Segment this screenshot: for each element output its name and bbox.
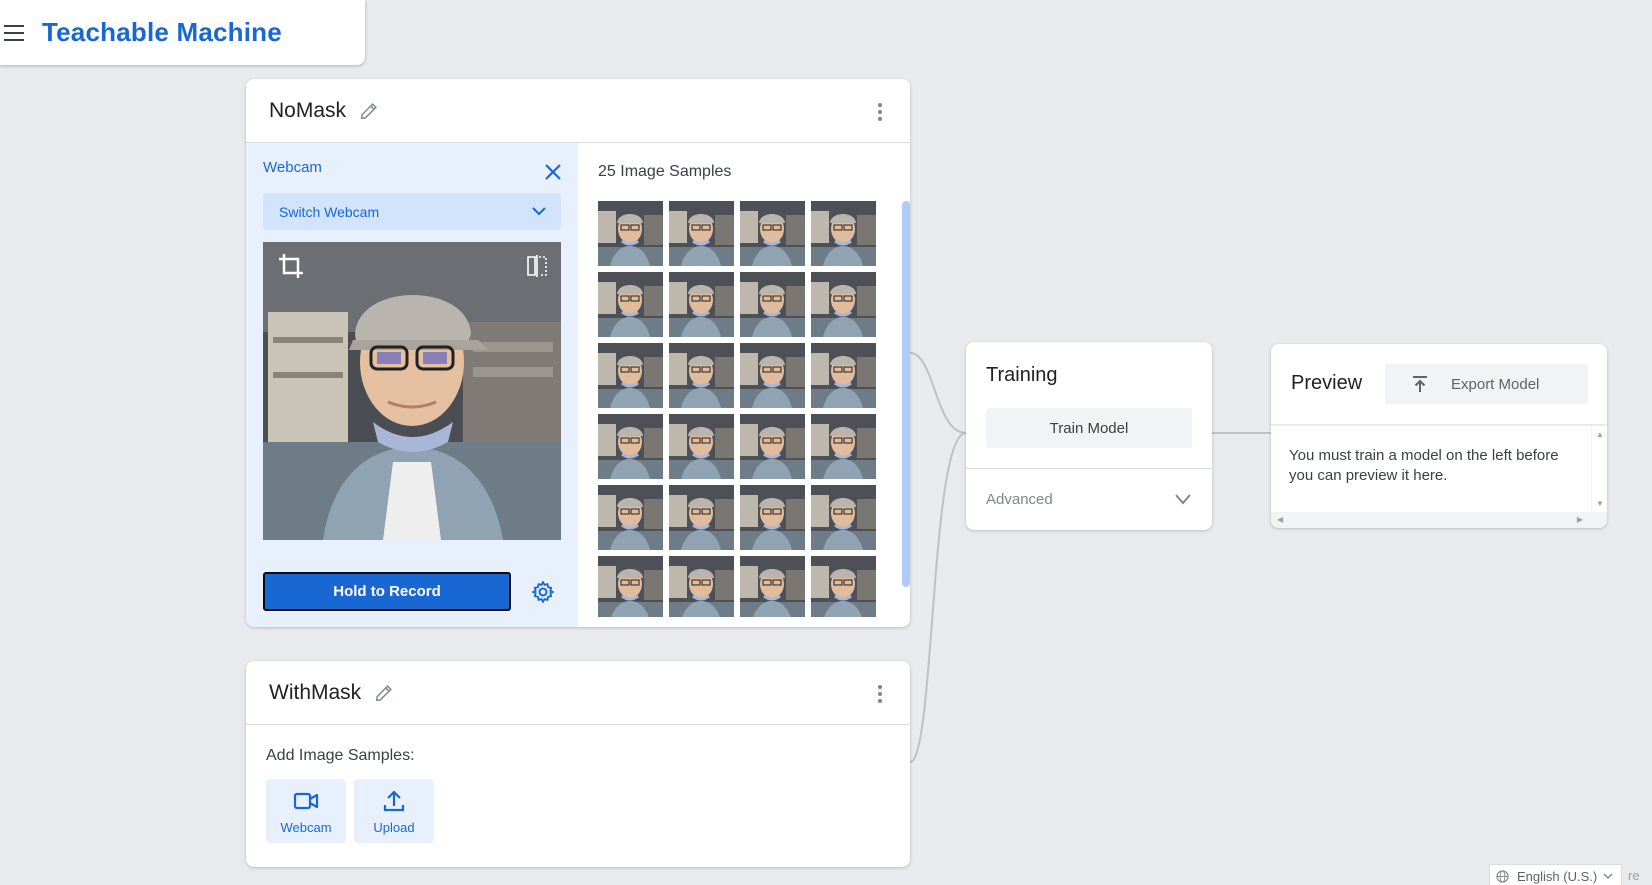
preview-vertical-scrollbar[interactable]: ▲ ▼ bbox=[1591, 426, 1607, 512]
webcam-video bbox=[263, 242, 561, 540]
class-card-nomask: NoMask Webcam Switch Webcam Hold to Reco… bbox=[246, 79, 910, 627]
add-samples-buttons: Webcam Upload bbox=[266, 779, 910, 843]
language-label: English (U.S.) bbox=[1517, 868, 1598, 884]
sample-thumbnail[interactable] bbox=[740, 201, 805, 266]
globe-icon bbox=[1496, 869, 1509, 883]
hold-to-record-button[interactable]: Hold to Record bbox=[263, 572, 511, 611]
corner-text: re bbox=[1628, 868, 1640, 883]
hamburger-menu-icon[interactable] bbox=[4, 24, 24, 41]
preview-message: You must train a model on the left befor… bbox=[1289, 447, 1559, 484]
sample-thumbnail[interactable] bbox=[669, 414, 734, 479]
scroll-left-arrow-icon[interactable]: ◀ bbox=[1277, 515, 1283, 524]
webcam-button-label: Webcam bbox=[280, 819, 332, 835]
export-icon bbox=[1413, 376, 1427, 392]
pencil-icon[interactable] bbox=[373, 682, 395, 704]
chevron-down-icon bbox=[1603, 873, 1613, 879]
chevron-down-icon bbox=[1175, 494, 1191, 505]
export-model-button[interactable]: Export Model bbox=[1385, 364, 1588, 404]
app-header: Teachable Machine bbox=[0, 0, 365, 65]
app-title[interactable]: Teachable Machine bbox=[42, 17, 282, 48]
sample-thumbnail[interactable] bbox=[669, 201, 734, 266]
sample-thumbnail[interactable] bbox=[598, 485, 663, 550]
webcam-panel: Webcam Switch Webcam Hold to Record bbox=[246, 143, 578, 627]
sample-thumbnail[interactable] bbox=[598, 414, 663, 479]
training-card: Training Train Model Advanced bbox=[966, 342, 1212, 530]
sample-thumbnail[interactable] bbox=[811, 556, 876, 617]
sample-thumbnail[interactable] bbox=[740, 343, 805, 408]
class-name[interactable]: WithMask bbox=[269, 681, 361, 705]
preview-horizontal-scrollbar[interactable]: ◀ ▶ bbox=[1271, 512, 1607, 528]
train-model-button[interactable]: Train Model bbox=[986, 408, 1192, 448]
sample-thumbnail[interactable] bbox=[740, 556, 805, 617]
preview-card: Preview Export Model You must train a mo… bbox=[1271, 344, 1607, 528]
more-options-icon[interactable] bbox=[878, 103, 882, 121]
sample-thumbnail[interactable] bbox=[669, 485, 734, 550]
advanced-toggle[interactable]: Advanced bbox=[986, 468, 1192, 530]
sample-thumbnail[interactable] bbox=[598, 343, 663, 408]
upload-button[interactable]: Upload bbox=[354, 779, 434, 843]
class-name[interactable]: NoMask bbox=[269, 99, 346, 123]
sample-thumbnail[interactable] bbox=[669, 343, 734, 408]
more-options-icon[interactable] bbox=[878, 685, 882, 703]
sample-thumbnail[interactable] bbox=[669, 556, 734, 617]
class-card-withmask: WithMask Add Image Samples: Webcam Uploa… bbox=[246, 661, 910, 867]
sample-thumbnail[interactable] bbox=[740, 485, 805, 550]
video-camera-icon bbox=[293, 792, 319, 809]
close-icon[interactable] bbox=[544, 163, 562, 181]
sample-thumbnail[interactable] bbox=[740, 272, 805, 337]
sample-thumbnail[interactable] bbox=[811, 201, 876, 266]
sample-thumbnail[interactable] bbox=[811, 343, 876, 408]
upload-icon bbox=[383, 789, 405, 811]
divider bbox=[1271, 424, 1607, 426]
gear-icon[interactable] bbox=[531, 580, 555, 604]
pencil-icon[interactable] bbox=[358, 100, 380, 122]
sample-thumbnail[interactable] bbox=[598, 272, 663, 337]
sample-thumbnail[interactable] bbox=[598, 201, 663, 266]
webcam-label: Webcam bbox=[263, 159, 322, 176]
crop-icon[interactable] bbox=[277, 252, 305, 280]
add-samples-label: Add Image Samples: bbox=[266, 747, 415, 764]
webcam-button[interactable]: Webcam bbox=[266, 779, 346, 843]
class-card-header: NoMask bbox=[246, 79, 910, 143]
class-card-header: WithMask bbox=[246, 661, 910, 725]
scroll-down-arrow-icon[interactable]: ▼ bbox=[1596, 499, 1604, 508]
samples-title: 25 Image Samples bbox=[598, 163, 732, 180]
record-row: Hold to Record bbox=[263, 572, 555, 611]
sample-thumbnail[interactable] bbox=[669, 272, 734, 337]
switch-webcam-label: Switch Webcam bbox=[279, 203, 380, 220]
advanced-label: Advanced bbox=[986, 490, 1053, 508]
webcam-frame-image bbox=[263, 242, 561, 540]
samples-scrollbar[interactable] bbox=[902, 201, 910, 587]
chevron-down-icon bbox=[532, 207, 546, 216]
sample-thumbnail[interactable] bbox=[598, 556, 663, 617]
language-select[interactable]: English (U.S.) bbox=[1489, 864, 1622, 885]
preview-title: Preview bbox=[1291, 372, 1363, 394]
sample-thumbnail[interactable] bbox=[811, 485, 876, 550]
sample-thumbnail[interactable] bbox=[740, 414, 805, 479]
samples-panel: 25 Image Samples bbox=[578, 143, 910, 627]
switch-webcam-select[interactable]: Switch Webcam bbox=[263, 193, 561, 230]
sample-thumbnail[interactable] bbox=[811, 414, 876, 479]
scroll-up-arrow-icon[interactable]: ▲ bbox=[1596, 430, 1604, 439]
upload-button-label: Upload bbox=[373, 819, 415, 835]
sample-thumbnail[interactable] bbox=[811, 272, 876, 337]
scroll-right-arrow-icon[interactable]: ▶ bbox=[1577, 515, 1583, 524]
export-model-label: Export Model bbox=[1451, 375, 1540, 393]
training-title: Training bbox=[986, 364, 1058, 386]
flip-icon[interactable] bbox=[525, 254, 549, 278]
samples-grid bbox=[598, 201, 890, 617]
